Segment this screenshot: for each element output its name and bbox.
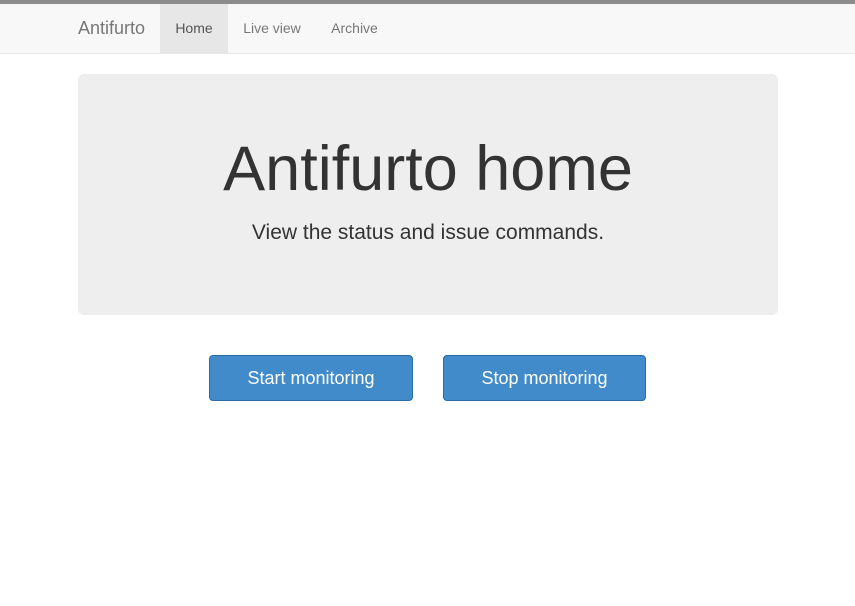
nav-item-archive[interactable]: Archive [316,4,393,54]
stop-monitoring-button[interactable]: Stop monitoring [443,355,646,401]
nav-item-live-view[interactable]: Live view [228,4,316,54]
start-monitoring-button[interactable]: Start monitoring [209,355,413,401]
page-title: Antifurto home [223,134,633,204]
navbar-brand[interactable]: Antifurto [78,4,145,54]
navbar: Antifurto Home Live view Archive [0,4,855,54]
jumbotron: Antifurto home View the status and issue… [78,74,778,315]
nav-item-home[interactable]: Home [160,4,228,54]
page-subtitle: View the status and issue commands. [251,221,605,244]
